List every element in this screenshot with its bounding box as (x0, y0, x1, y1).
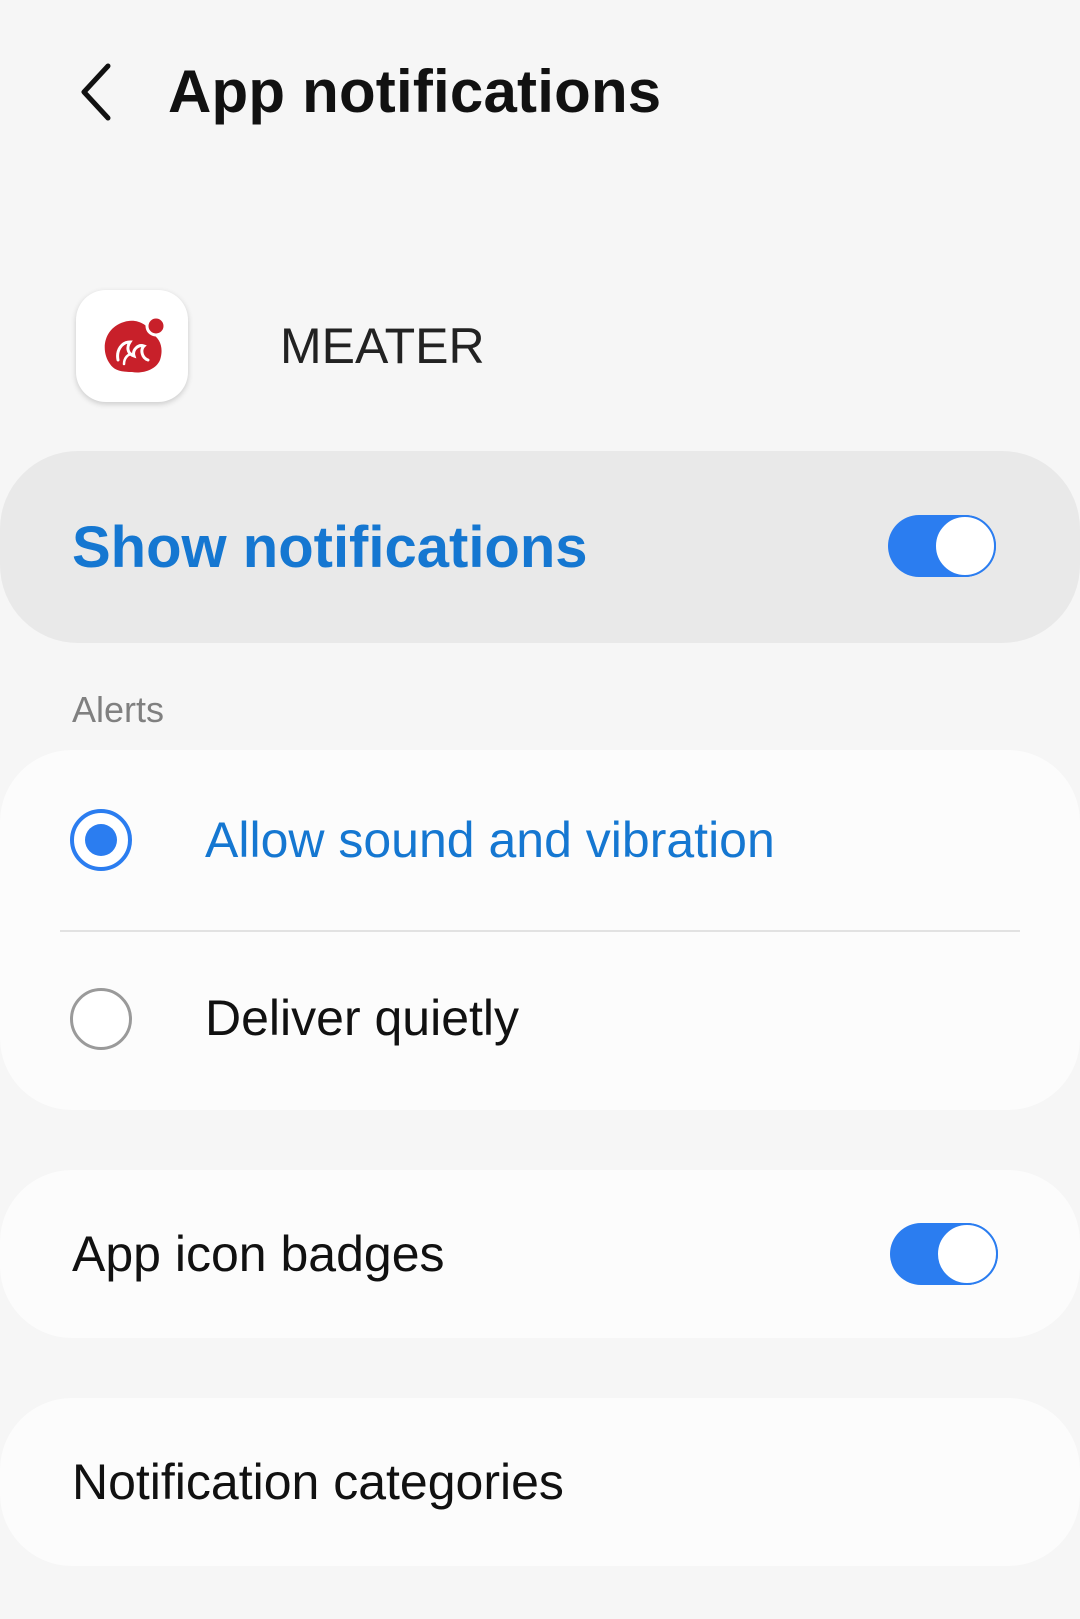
alerts-section-header: Alerts (72, 689, 165, 730)
notification-categories-label: Notification categories (72, 1454, 564, 1510)
app-name: MEATER (280, 318, 485, 374)
alert-option-deliver-quietly[interactable]: Deliver quietly (0, 932, 1080, 1110)
show-notifications-switch-row[interactable]: Show notifications (0, 451, 1080, 643)
app-icon-badges-toggle[interactable] (890, 1223, 998, 1285)
chevron-left-icon (81, 63, 111, 121)
radio-button-selected[interactable] (70, 809, 132, 871)
page-title: App notifications (168, 58, 662, 125)
radio-button-unselected[interactable] (70, 988, 132, 1050)
alerts-card: Allow sound and vibration Deliver quietl… (0, 750, 1080, 1110)
top-app-bar: App notifications (0, 0, 1080, 190)
show-notifications-label: Show notifications (72, 515, 588, 580)
app-icon-badges-label: App icon badges (72, 1226, 445, 1282)
app-icon-badges-row[interactable]: App icon badges (0, 1170, 1080, 1338)
alert-option-label: Allow sound and vibration (205, 812, 775, 868)
toggle-knob (934, 515, 996, 577)
app-info-row: MEATER (0, 288, 1080, 408)
toggle-knob (936, 1223, 998, 1285)
alert-option-sound-vibration[interactable]: Allow sound and vibration (0, 750, 1080, 930)
meater-logo-icon (104, 315, 167, 373)
radio-dot (85, 824, 117, 856)
app-icon (76, 290, 188, 402)
back-button[interactable] (60, 52, 132, 132)
alert-option-label: Deliver quietly (205, 990, 520, 1046)
show-notifications-toggle[interactable] (888, 515, 996, 577)
notification-categories-row[interactable]: Notification categories (0, 1398, 1080, 1566)
